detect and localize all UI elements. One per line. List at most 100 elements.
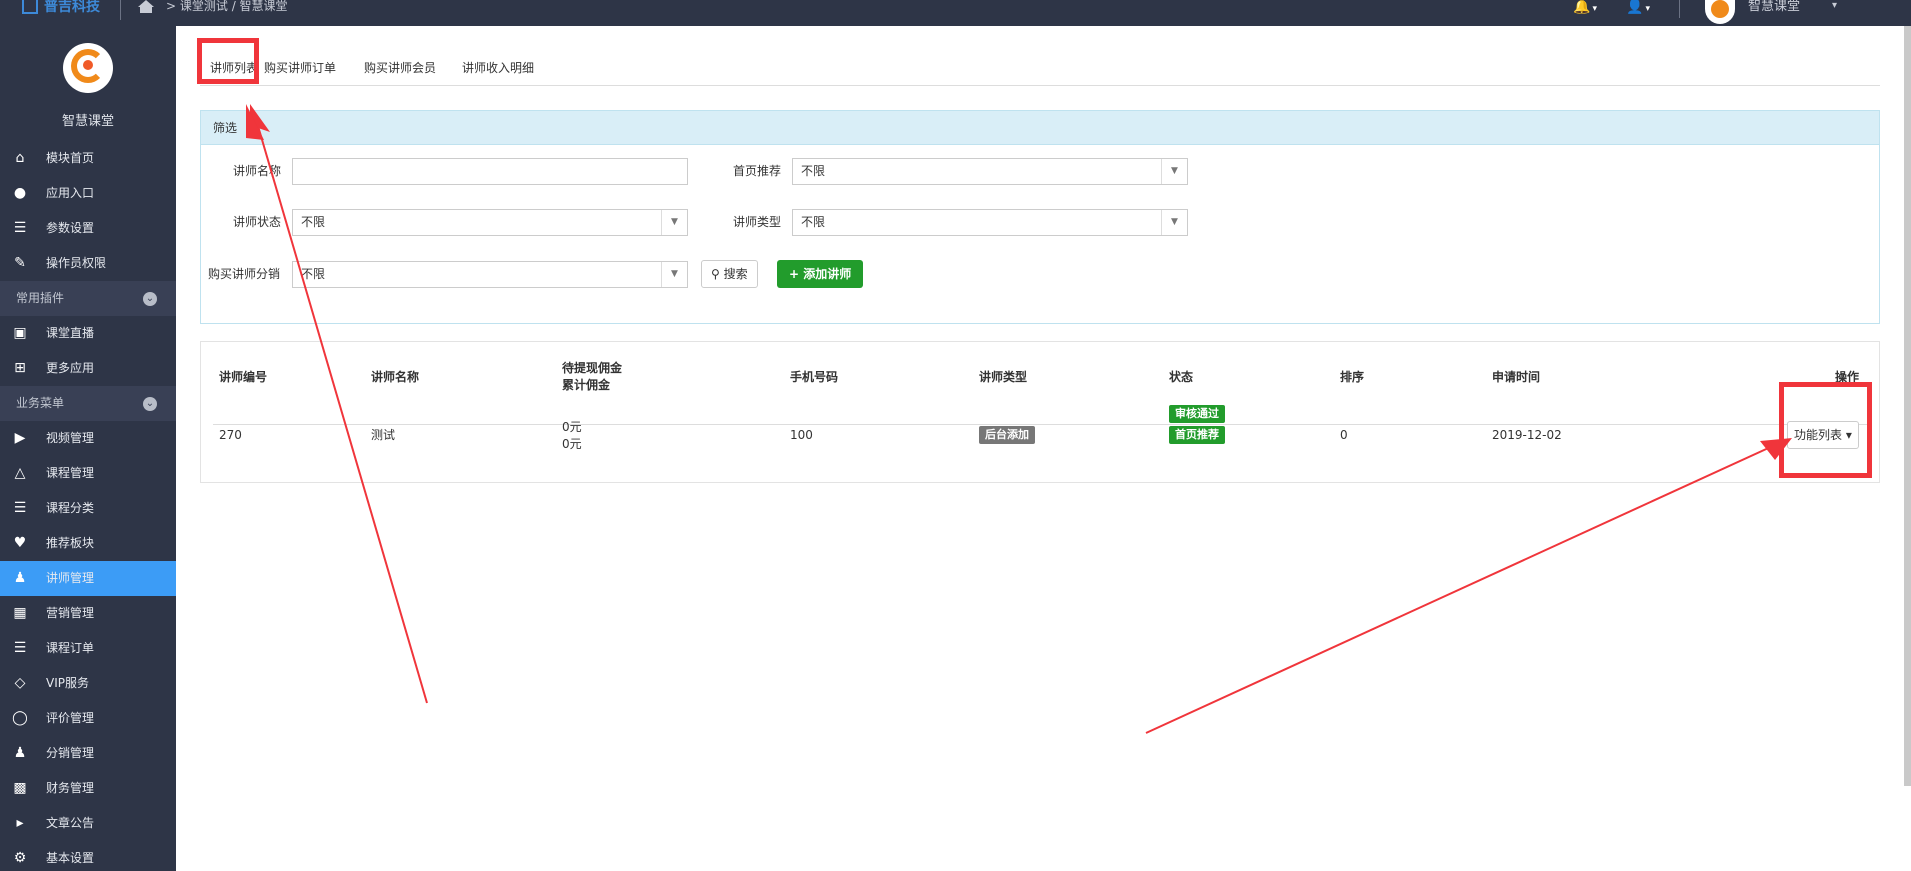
sidebar-item-label: 应用入口	[46, 186, 95, 200]
cell-name: 测试	[371, 428, 396, 442]
user-menu-button[interactable]: 👤 ▾	[1626, 0, 1650, 16]
sidebar-item-label: 课程管理	[46, 466, 95, 480]
col-header-date: 申请时间	[1492, 370, 1541, 384]
chevron-down-icon[interactable]: ⌄	[143, 292, 157, 306]
caret-down-icon: ▼	[661, 210, 687, 235]
site-logo	[63, 43, 113, 93]
divider	[1679, 0, 1680, 18]
sidebar-item-vip[interactable]: ◇ VIP服务	[0, 666, 176, 701]
play-icon: ▶	[14, 430, 26, 446]
avatar[interactable]	[1705, 0, 1735, 24]
user-icon: 👤	[1626, 0, 1644, 15]
add-teacher-label: 添加讲师	[803, 267, 852, 281]
brand-name: 普吉科技	[44, 0, 100, 15]
tab-teacher-orders[interactable]: 购买讲师订单	[264, 58, 336, 78]
plus-box-icon: ⊞	[14, 360, 26, 376]
heart-icon: ♥	[13, 535, 27, 551]
money-icon: ▩	[13, 780, 27, 796]
graduation-cap-icon: △	[14, 465, 26, 481]
sidebar-item-live[interactable]: ▣ 课堂直播	[0, 316, 176, 351]
sidebar-item-label: 课程分类	[46, 501, 95, 515]
home-recommend-select[interactable]: 不限 ▼	[792, 158, 1188, 185]
sidebar-item-teachers[interactable]: ♟ 讲师管理	[0, 561, 176, 596]
sidebar-item-marketing[interactable]: ▦ 营销管理	[0, 596, 176, 631]
teacher-status-select[interactable]: 不限 ▼	[292, 209, 688, 236]
bell-icon: 🔔	[1573, 0, 1591, 15]
sidebar-group-business[interactable]: 业务菜单 ⌄	[0, 386, 176, 421]
sidebar-item-basic-settings[interactable]: ⚙ 基本设置	[0, 841, 176, 871]
search-button-label: 搜索	[723, 267, 748, 281]
search-button[interactable]: ⚲ 搜索	[701, 260, 758, 288]
user-name[interactable]: 智慧课堂	[1748, 0, 1800, 14]
select-value: 不限	[301, 267, 326, 281]
sidebar-item-orders[interactable]: ☰ 课程订单	[0, 631, 176, 666]
teacher-type-select[interactable]: 不限 ▼	[792, 209, 1188, 236]
sidebar: 智慧课堂 ⌂ 模块首页 ● 应用入口 ☰ 参数设置 ✎ 操作员权限 常用插件 ⌄ ▣ 课堂直…	[0, 26, 176, 871]
home-recommend-label: 首页推荐	[733, 164, 782, 178]
sidebar-item-entry[interactable]: ● 应用入口	[0, 176, 176, 211]
cell-pending: 0元	[562, 420, 582, 434]
tab-teacher-members[interactable]: 购买讲师会员	[364, 58, 436, 78]
sidebar-item-label: VIP服务	[46, 676, 89, 690]
sidebar-item-finance[interactable]: ▩ 财务管理	[0, 771, 176, 806]
notification-button[interactable]: 🔔 ▾	[1573, 0, 1597, 16]
sidebar-item-label: 课程订单	[46, 641, 95, 655]
sidebar-item-categories[interactable]: ☰ 课程分类	[0, 491, 176, 526]
caret-down-icon: ▼	[661, 262, 687, 287]
sidebar-group-label: 业务菜单	[16, 396, 65, 410]
select-value: 不限	[801, 164, 826, 178]
main-content: 讲师列表 购买讲师订单 购买讲师会员 讲师收入明细 筛选 讲师名称 首页推荐 不…	[176, 26, 1886, 871]
plus-icon: +	[789, 267, 804, 281]
sidebar-group-plugins[interactable]: 常用插件 ⌄	[0, 281, 176, 316]
teacher-status-label: 讲师状态	[233, 215, 282, 229]
sidebar-item-permissions[interactable]: ✎ 操作员权限	[0, 246, 176, 281]
filter-panel: 筛选 讲师名称 首页推荐 不限 ▼ 讲师状态 不限 ▼ 讲师类型 不限 ▼ 购买讲师分…	[200, 110, 1880, 324]
list-icon: ☰	[13, 220, 27, 236]
tab-teacher-income[interactable]: 讲师收入明细	[462, 58, 534, 78]
sidebar-item-label: 更多应用	[46, 361, 95, 375]
comment-icon: ●	[13, 185, 27, 201]
sidebar-item-reviews[interactable]: ◯ 评价管理	[0, 701, 176, 736]
status-badge-approved: 审核通过	[1169, 405, 1225, 423]
chat-icon: ◯	[12, 710, 28, 726]
header-divider	[213, 424, 1869, 425]
sidebar-item-home[interactable]: ⌂ 模块首页	[0, 141, 176, 176]
home-icon[interactable]	[138, 0, 154, 13]
brand-logo[interactable]: 普吉科技	[22, 0, 100, 14]
sidebar-item-label: 推荐板块	[46, 536, 95, 550]
sidebar-item-settings[interactable]: ☰ 参数设置	[0, 211, 176, 246]
live-icon: ▣	[13, 325, 27, 341]
col-header-sort: 排序	[1340, 370, 1365, 384]
list-ol-icon: ☰	[13, 640, 27, 656]
breadcrumb-sep: >	[166, 0, 180, 13]
sidebar-item-label: 营销管理	[46, 606, 95, 620]
sidebar-item-more-apps[interactable]: ⊞ 更多应用	[0, 351, 176, 386]
sidebar-group-label: 常用插件	[16, 291, 65, 305]
breadcrumb: > 课堂测试 / 智慧课堂	[166, 0, 288, 12]
col-header-id: 讲师编号	[219, 370, 268, 384]
caret-down-icon: ▾	[1645, 4, 1650, 14]
distribution-label: 购买讲师分销	[208, 267, 281, 281]
diamond-icon: ◇	[14, 675, 26, 691]
sidebar-item-recommend[interactable]: ♥ 推荐板块	[0, 526, 176, 561]
sidebar-item-distribution[interactable]: ♟ 分销管理	[0, 736, 176, 771]
sidebar-item-label: 视频管理	[46, 431, 95, 445]
scrollbar[interactable]	[1904, 26, 1911, 786]
home-icon: ⌂	[15, 150, 25, 166]
avatar-logo-icon	[1711, 0, 1729, 18]
sidebar-item-label: 操作员权限	[46, 256, 107, 270]
sidebar-item-video[interactable]: ▶ 视频管理	[0, 421, 176, 456]
sidebar-item-label: 基本设置	[46, 851, 95, 865]
cell-total: 0元	[562, 437, 582, 451]
distribution-select[interactable]: 不限 ▼	[292, 261, 688, 288]
teacher-icon: ♟	[13, 570, 27, 586]
sidebar-item-courses[interactable]: △ 课程管理	[0, 456, 176, 491]
sidebar-item-articles[interactable]: ▸ 文章公告	[0, 806, 176, 841]
gear-icon: ⚙	[13, 850, 27, 866]
sidebar-item-label: 分销管理	[46, 746, 95, 760]
teacher-name-input[interactable]	[292, 158, 688, 185]
caret-down-icon[interactable]: ▾	[1832, 0, 1837, 12]
add-teacher-button[interactable]: + 添加讲师	[777, 260, 864, 288]
chevron-down-icon[interactable]: ⌄	[143, 397, 157, 411]
teacher-table: 讲师编号 讲师名称 待提现佣金 累计佣金 手机号码 讲师类型 状态 排序 申请时…	[200, 341, 1880, 483]
